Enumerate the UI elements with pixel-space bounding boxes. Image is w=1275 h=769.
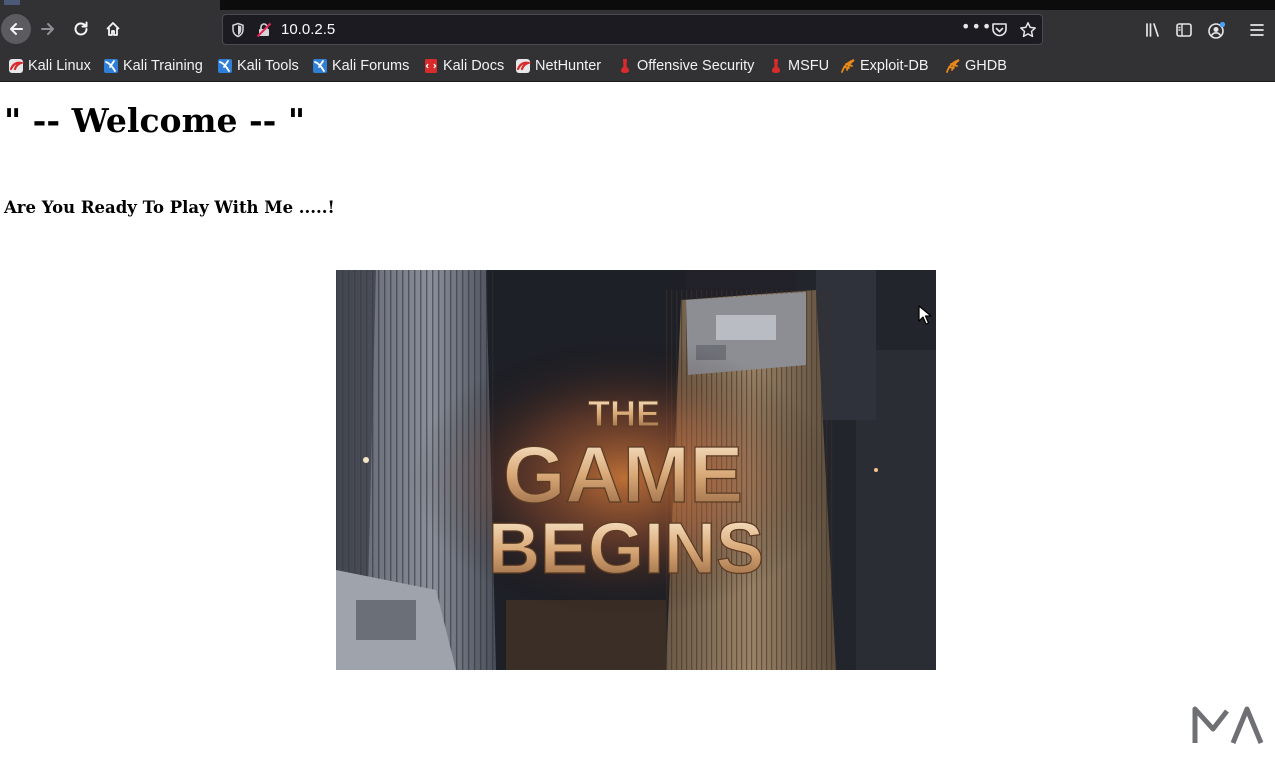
image-title-line3: BEGINS bbox=[488, 509, 764, 589]
welcome-heading: " -- Welcome -- " bbox=[4, 101, 306, 140]
bookmark-star-icon[interactable] bbox=[1019, 21, 1037, 39]
library-icon[interactable] bbox=[1144, 21, 1162, 39]
bookmark-label: Kali Forums bbox=[332, 58, 410, 74]
bookmark-label: Kali Tools bbox=[237, 58, 299, 74]
bookmark-kali-tools[interactable]: Kali Tools bbox=[217, 56, 299, 76]
tracking-shield-icon bbox=[232, 22, 244, 38]
exploitdb-icon bbox=[946, 59, 960, 73]
offsec-icon bbox=[621, 59, 629, 73]
bookmarks-toolbar: Kali Linux Kali Training Kali Tools Kali… bbox=[0, 50, 1275, 82]
kali-tools-icon bbox=[218, 59, 232, 73]
bookmark-label: Kali Training bbox=[123, 58, 203, 74]
bookmark-kali-linux[interactable]: Kali Linux bbox=[8, 56, 91, 76]
kali-forums-icon bbox=[313, 59, 327, 73]
exploitdb-icon bbox=[841, 59, 855, 73]
bookmark-label: GHDB bbox=[965, 58, 1007, 74]
reload-button[interactable] bbox=[66, 14, 96, 44]
pocket-icon[interactable] bbox=[991, 22, 1008, 38]
hamburger-menu-icon[interactable] bbox=[1249, 21, 1265, 39]
bookmark-label: Kali Docs bbox=[443, 58, 505, 74]
bookmark-label: Offensive Security bbox=[637, 58, 755, 74]
bookmark-nethunter[interactable]: NetHunter bbox=[515, 56, 601, 76]
image-title-line1: THE bbox=[588, 393, 660, 434]
bookmark-label: Exploit-DB bbox=[860, 58, 929, 74]
page-actions-more-icon[interactable]: ••• bbox=[961, 17, 992, 36]
bookmark-exploit-db[interactable]: Exploit-DB bbox=[840, 56, 929, 76]
tab-strip bbox=[0, 0, 1275, 10]
bookmark-msfu[interactable]: MSFU bbox=[768, 56, 829, 76]
mouse-cursor-icon bbox=[918, 305, 932, 325]
bookmark-kali-docs[interactable]: Kali Docs bbox=[423, 56, 504, 76]
city-skyline-picture: THE GAME BEGINS bbox=[336, 270, 936, 670]
insecure-lock-icon[interactable] bbox=[256, 22, 272, 38]
bookmark-label: NetHunter bbox=[535, 58, 602, 74]
kali-docs-icon bbox=[425, 59, 437, 73]
back-button[interactable] bbox=[1, 14, 31, 44]
kali-dragon-icon bbox=[516, 59, 531, 73]
image-title-line2: GAME bbox=[503, 430, 743, 519]
forward-button[interactable] bbox=[33, 14, 63, 44]
bookmark-kali-training[interactable]: Kali Training bbox=[103, 56, 203, 76]
url-text[interactable]: 10.0.2.5 bbox=[281, 21, 335, 38]
page-content: " -- Welcome -- " Are You Ready To Play … bbox=[0, 82, 1275, 769]
kali-training-icon bbox=[104, 59, 118, 73]
address-bar[interactable]: 10.0.2.5 ••• bbox=[222, 14, 1043, 45]
active-tab[interactable] bbox=[0, 0, 220, 10]
nav-toolbar: 10.0.2.5 ••• bbox=[0, 10, 1275, 50]
watermark-logo bbox=[1192, 706, 1264, 744]
account-icon[interactable] bbox=[1207, 21, 1226, 40]
reload-icon bbox=[74, 21, 88, 36]
bookmark-offensive-security[interactable]: Offensive Security bbox=[617, 56, 754, 76]
game-begins-image: THE GAME BEGINS bbox=[336, 270, 936, 670]
tab-favicon-icon bbox=[4, 0, 20, 5]
home-button[interactable] bbox=[98, 14, 128, 44]
bookmark-label: MSFU bbox=[788, 58, 830, 74]
sidebar-icon[interactable] bbox=[1175, 21, 1193, 39]
ready-subheading: Are You Ready To Play With Me .....! bbox=[4, 198, 335, 217]
arrow-right-icon bbox=[41, 23, 54, 35]
offsec-icon bbox=[772, 59, 780, 73]
home-icon bbox=[106, 22, 120, 36]
bookmark-label: Kali Linux bbox=[28, 58, 91, 74]
kali-dragon-icon bbox=[9, 59, 24, 73]
bookmark-ghdb[interactable]: GHDB bbox=[945, 56, 1007, 76]
arrow-left-icon bbox=[10, 23, 23, 35]
bookmark-kali-forums[interactable]: Kali Forums bbox=[312, 56, 409, 76]
